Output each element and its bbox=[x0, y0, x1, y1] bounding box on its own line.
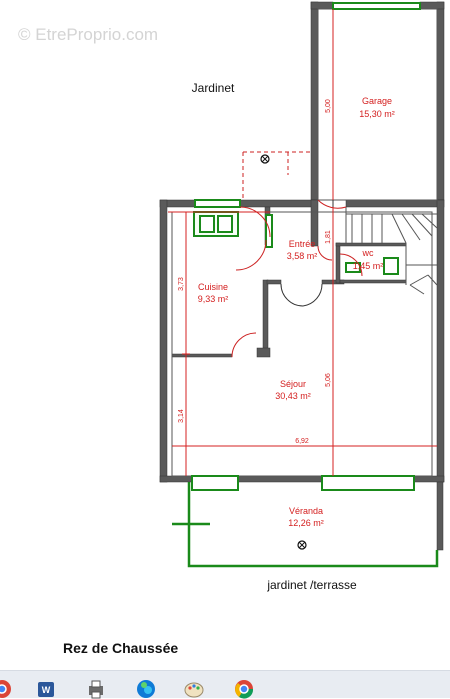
room-garage-name: Garage bbox=[362, 96, 392, 106]
chrome-icon[interactable] bbox=[234, 679, 254, 699]
room-veranda-name: Véranda bbox=[289, 506, 323, 516]
printer-icon[interactable] bbox=[86, 679, 106, 699]
room-sejour-name: Séjour bbox=[280, 379, 306, 389]
dim-garage-depth: 5,00 bbox=[325, 99, 332, 113]
word-icon[interactable]: W bbox=[36, 679, 56, 699]
floor-plan: Garage 15,30 m² Entrée 3,58 m² wc 1,45 m… bbox=[159, 1, 445, 592]
floor-heading: Rez de Chaussée bbox=[63, 640, 179, 656]
room-entree-area: 3,58 m² bbox=[287, 251, 318, 261]
dim-cuisine-depth: 3,73 bbox=[178, 277, 185, 291]
room-veranda-area: 12,26 m² bbox=[288, 518, 324, 528]
taskbar: W bbox=[0, 670, 450, 699]
room-cuisine-area: 9,33 m² bbox=[198, 294, 229, 304]
room-wc-name: wc bbox=[362, 248, 374, 258]
room-cuisine-name: Cuisine bbox=[198, 282, 228, 292]
edge-icon[interactable] bbox=[136, 679, 156, 699]
room-garage-area: 15,30 m² bbox=[359, 109, 395, 119]
dim-total-width: 6,92 bbox=[295, 438, 309, 445]
paint-icon[interactable] bbox=[184, 679, 204, 699]
label-garden-terrace: jardinet /terrasse bbox=[266, 578, 357, 592]
svg-text:W: W bbox=[42, 685, 51, 695]
room-sejour-area: 30,43 m² bbox=[275, 391, 311, 401]
chrome-icon[interactable] bbox=[0, 679, 12, 699]
label-jardinet: Jardinet bbox=[192, 81, 235, 95]
dim-lower-depth: 3,14 bbox=[178, 409, 185, 423]
room-wc-area: 1,45 m² bbox=[353, 261, 384, 271]
dim-sejour-depth: 5,06 bbox=[325, 373, 332, 387]
dim-entree-width: 1,81 bbox=[325, 230, 332, 244]
doors-dark bbox=[280, 283, 323, 307]
room-entree-name: Entrée bbox=[289, 239, 316, 249]
